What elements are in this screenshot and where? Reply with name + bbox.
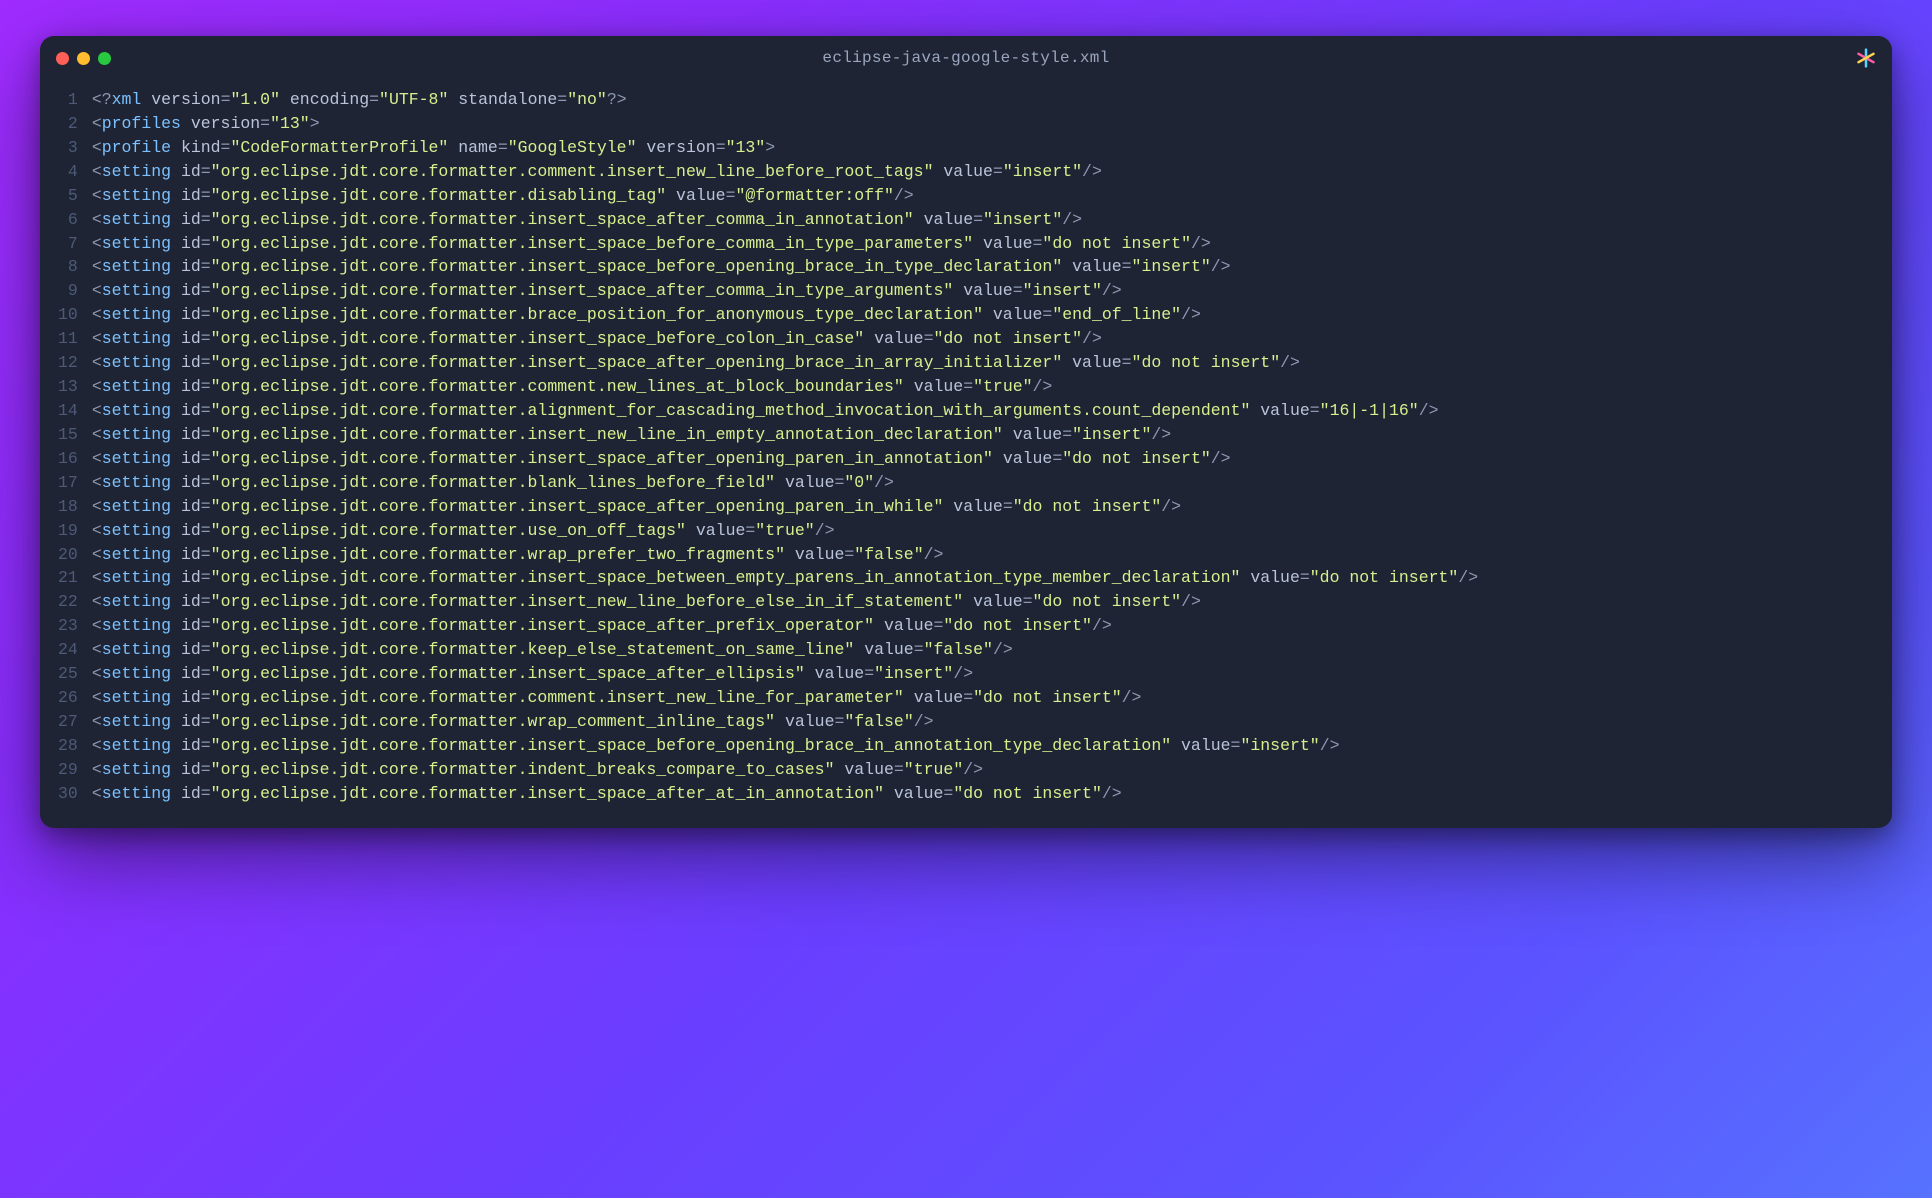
line-number: 5 [58,184,78,208]
code-line: <setting id="org.eclipse.jdt.core.format… [92,566,1856,590]
code-line: <setting id="org.eclipse.jdt.core.format… [92,471,1856,495]
code-line: <setting id="org.eclipse.jdt.core.format… [92,208,1856,232]
line-number: 25 [58,662,78,686]
line-number: 15 [58,423,78,447]
code-line: <setting id="org.eclipse.jdt.core.format… [92,734,1856,758]
code-line: <setting id="org.eclipse.jdt.core.format… [92,662,1856,686]
code-line: <setting id="org.eclipse.jdt.core.format… [92,590,1856,614]
line-number: 19 [58,519,78,543]
line-number: 27 [58,710,78,734]
code-line: <setting id="org.eclipse.jdt.core.format… [92,710,1856,734]
code-line: <setting id="org.eclipse.jdt.core.format… [92,543,1856,567]
code-editor[interactable]: 1234567891011121314151617181920212223242… [40,80,1892,828]
line-number: 14 [58,399,78,423]
minimize-icon[interactable] [77,52,90,65]
code-line: <setting id="org.eclipse.jdt.core.format… [92,375,1856,399]
line-number: 24 [58,638,78,662]
line-number-gutter: 1234567891011121314151617181920212223242… [40,88,92,806]
line-number: 11 [58,327,78,351]
window-title: eclipse-java-google-style.xml [40,49,1892,67]
code-line: <setting id="org.eclipse.jdt.core.format… [92,447,1856,471]
code-line: <setting id="org.eclipse.jdt.core.format… [92,782,1856,806]
line-number: 4 [58,160,78,184]
close-icon[interactable] [56,52,69,65]
line-number: 13 [58,375,78,399]
zoom-icon[interactable] [98,52,111,65]
code-line: <setting id="org.eclipse.jdt.core.format… [92,160,1856,184]
code-line: <setting id="org.eclipse.jdt.core.format… [92,399,1856,423]
line-number: 26 [58,686,78,710]
line-number: 28 [58,734,78,758]
code-line: <setting id="org.eclipse.jdt.core.format… [92,614,1856,638]
code-line: <setting id="org.eclipse.jdt.core.format… [92,351,1856,375]
code-line: <setting id="org.eclipse.jdt.core.format… [92,184,1856,208]
line-number: 2 [58,112,78,136]
line-number: 6 [58,208,78,232]
titlebar: eclipse-java-google-style.xml [40,36,1892,80]
code-line: <setting id="org.eclipse.jdt.core.format… [92,255,1856,279]
code-line: <profile kind="CodeFormatterProfile" nam… [92,136,1856,160]
code-area[interactable]: <?xml version="1.0" encoding="UTF-8" sta… [92,88,1874,806]
code-line: <setting id="org.eclipse.jdt.core.format… [92,423,1856,447]
code-line: <setting id="org.eclipse.jdt.core.format… [92,303,1856,327]
asterisk-icon [1856,48,1876,68]
line-number: 23 [58,614,78,638]
line-number: 22 [58,590,78,614]
line-number: 18 [58,495,78,519]
line-number: 21 [58,566,78,590]
code-line: <profiles version="13"> [92,112,1856,136]
code-line: <setting id="org.eclipse.jdt.core.format… [92,686,1856,710]
line-number: 29 [58,758,78,782]
line-number: 12 [58,351,78,375]
code-line: <setting id="org.eclipse.jdt.core.format… [92,519,1856,543]
editor-window: eclipse-java-google-style.xml 1234567891… [40,36,1892,828]
code-line: <setting id="org.eclipse.jdt.core.format… [92,638,1856,662]
line-number: 30 [58,782,78,806]
line-number: 20 [58,543,78,567]
line-number: 17 [58,471,78,495]
line-number: 8 [58,255,78,279]
line-number: 7 [58,232,78,256]
line-number: 1 [58,88,78,112]
line-number: 16 [58,447,78,471]
code-line: <?xml version="1.0" encoding="UTF-8" sta… [92,88,1856,112]
code-line: <setting id="org.eclipse.jdt.core.format… [92,327,1856,351]
code-line: <setting id="org.eclipse.jdt.core.format… [92,279,1856,303]
code-line: <setting id="org.eclipse.jdt.core.format… [92,758,1856,782]
code-line: <setting id="org.eclipse.jdt.core.format… [92,232,1856,256]
code-line: <setting id="org.eclipse.jdt.core.format… [92,495,1856,519]
window-controls [56,52,111,65]
line-number: 9 [58,279,78,303]
line-number: 10 [58,303,78,327]
line-number: 3 [58,136,78,160]
